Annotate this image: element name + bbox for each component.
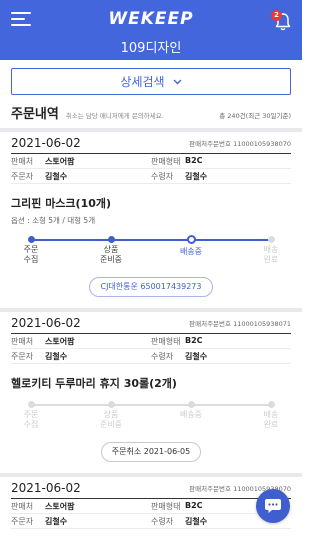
order-number: 판매처주문번호 11000105938070 — [189, 139, 291, 148]
receiver-value: 김철수 — [185, 516, 208, 526]
step-dot — [267, 401, 275, 408]
receiver-label: 수령자 — [151, 171, 174, 181]
app-header: WEKEEP 109디자인 2 — [0, 0, 302, 60]
seller-label: 판매처 — [11, 501, 34, 511]
seller-value: 스토어팜 — [45, 336, 75, 346]
sale-type-label: 판매형태 — [151, 336, 181, 346]
chevron-down-icon — [173, 79, 182, 84]
step-label: 배송 완료 — [263, 410, 279, 429]
detail-search-label: 상세검색 — [120, 75, 165, 89]
step-label: 상품 준비중 — [99, 245, 123, 264]
step-label: 주문 수집 — [23, 410, 39, 429]
delivery-progress: 주문 수집 상품 준비중 배송중 배송 완료 — [11, 229, 291, 273]
order-cancel-status: 주문취소 2021-06-05 — [100, 442, 202, 462]
orderer-label: 주문자 — [11, 351, 34, 361]
receiver-value: 김철수 — [185, 171, 208, 181]
orderer-label: 주문자 — [11, 171, 34, 181]
seller-label: 판매처 — [11, 156, 34, 166]
progress-step: 배송 완료 — [248, 400, 294, 430]
seller-label: 판매처 — [11, 336, 34, 346]
orders-total: 총 240건(최근 30일기준) — [219, 112, 291, 120]
product-option: 옵션 : 소형 5개 / 대형 5개 — [11, 216, 96, 225]
step-label: 배송 완료 — [263, 245, 279, 264]
progress-step: 상품 준비중 — [88, 235, 134, 265]
step-dot — [107, 401, 115, 408]
orders-title: 주문내역 — [11, 107, 59, 122]
step-label: 상품 준비중 — [99, 410, 123, 429]
step-label: 배송중 — [179, 247, 203, 256]
step-dot — [27, 236, 35, 243]
receiver-value: 김철수 — [185, 351, 208, 361]
chat-bubble-icon — [265, 499, 281, 513]
step-label: 주문 수집 — [23, 245, 39, 264]
order-date: 2021-06-02 — [11, 480, 81, 495]
progress-step: 배송중 — [168, 400, 214, 420]
order-card[interactable]: 2021-06-02 판매처주문번호 11000105938070 판매처 스토어… — [0, 132, 302, 308]
notification-badge: 2 — [271, 10, 282, 21]
sale-type-label: 판매형태 — [151, 501, 181, 511]
step-label: 배송중 — [179, 410, 203, 419]
delivery-progress: 주문 수집 상품 준비중 배송중 배송 완료 — [11, 394, 291, 438]
orderer-value: 김철수 — [45, 516, 68, 526]
orders-header: 주문내역 취소는 담당 매니저에게 문의하세요. 총 240건(최근 30일기준… — [0, 95, 302, 128]
step-dot — [186, 235, 196, 244]
chat-button[interactable] — [256, 489, 290, 523]
orderer-value: 김철수 — [45, 351, 68, 361]
app-logo: WEKEEP — [108, 9, 194, 29]
progress-step: 배송 완료 — [248, 235, 294, 265]
brand-name: 109디자인 — [120, 41, 182, 56]
progress-step: 상품 준비중 — [88, 400, 134, 430]
progress-step: 주문 수집 — [8, 235, 54, 265]
progress-fill — [31, 239, 271, 241]
progress-track — [31, 404, 271, 406]
step-dot — [107, 236, 115, 243]
step-dot — [27, 401, 35, 408]
orderer-value: 김철수 — [45, 171, 68, 181]
sale-type-label: 판매형태 — [151, 156, 181, 166]
sale-type-value: B2C — [185, 335, 203, 345]
seller-value: 스토어팜 — [45, 156, 75, 166]
order-date: 2021-06-02 — [11, 135, 81, 150]
orderer-label: 주문자 — [11, 516, 34, 526]
progress-step: 주문 수집 — [8, 400, 54, 430]
orders-note: 취소는 담당 매니저에게 문의하세요. — [65, 112, 164, 120]
order-date: 2021-06-02 — [11, 315, 81, 330]
seller-value: 스토어팜 — [45, 501, 75, 511]
tracking-number-link[interactable]: CJ대한통운 650017439273 — [89, 277, 213, 297]
sale-type-value: B2C — [185, 500, 203, 510]
order-number: 판매처주문번호 11000105938071 — [189, 319, 291, 328]
step-dot — [187, 401, 195, 408]
sale-type-value: B2C — [185, 155, 203, 165]
step-dot — [267, 236, 275, 243]
order-card[interactable]: 2021-06-02 판매처주문번호 11000105938071 판매처 스토어… — [0, 312, 302, 473]
product-name: 헬로키티 두루마리 휴지 30롤(2개) — [11, 377, 177, 390]
receiver-label: 수령자 — [151, 351, 174, 361]
receiver-label: 수령자 — [151, 516, 174, 526]
product-name: 그리핀 마스크(10개) — [11, 197, 112, 210]
progress-step: 배송중 — [168, 235, 214, 257]
detail-search-button[interactable]: 상세검색 — [11, 68, 291, 95]
